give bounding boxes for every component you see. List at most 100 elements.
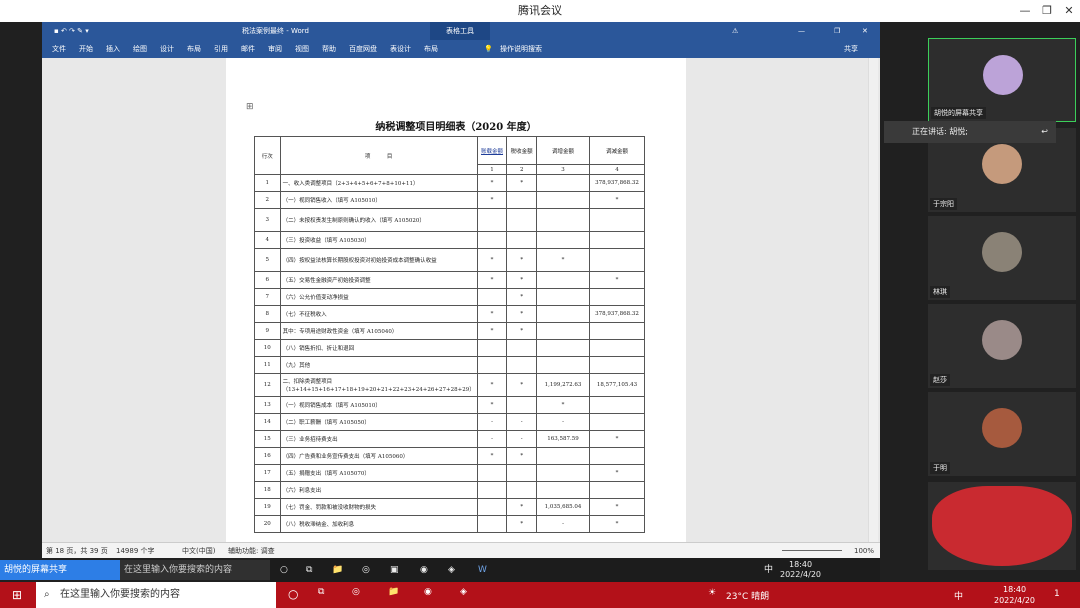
table-cell: * [476, 447, 508, 465]
word-close-icon[interactable]: ✕ [862, 22, 868, 40]
screen-share-badge[interactable]: 胡悦的屏幕共享 [0, 560, 120, 580]
restore-button[interactable]: ❐ [1036, 0, 1058, 22]
zoom-level[interactable]: 100% [854, 543, 874, 559]
avatar [982, 144, 1022, 184]
wechat-icon[interactable]: ◉ [420, 558, 428, 582]
ribbon-tab-1[interactable]: 开始 [79, 40, 93, 58]
system-clock[interactable]: 18:40 2022/4/20 [994, 584, 1035, 606]
edge-icon[interactable]: ◎ [352, 587, 360, 597]
ribbon-tab-4[interactable]: 设计 [160, 40, 174, 58]
table-cell: 一、收入类调整项目（2+3+4+5+6+7+8+10+11） [279, 174, 478, 192]
table-cell: 14 [254, 413, 281, 431]
avatar [932, 486, 1072, 566]
participant-tile[interactable]: 林琪 [928, 216, 1076, 300]
ribbon-tab-6[interactable]: 引用 [214, 40, 228, 58]
edge-icon[interactable]: ◎ [362, 558, 370, 582]
collapse-icon[interactable]: ↩ [1041, 121, 1048, 143]
subheader-cell: 2 [506, 164, 538, 175]
ime-indicator[interactable]: 中 [954, 589, 963, 602]
explorer-icon[interactable]: 📁 [388, 587, 399, 597]
table-cell: （一）视同销售收入（填写 A105010） [279, 191, 478, 209]
table-cell: 163,587.59 [536, 430, 591, 448]
table-cell: 378,937,868.32 [589, 174, 645, 192]
table-row: 6 （五）交易性金融资产初始投资调整 * * * [254, 271, 645, 289]
zoom-slider[interactable] [782, 550, 842, 551]
avatar [982, 232, 1022, 272]
taskview-icon[interactable]: ⧉ [318, 587, 324, 597]
participant-tile[interactable]: 于明 [928, 392, 1076, 476]
folder-icon[interactable]: 📁 [332, 558, 343, 582]
ribbon-tab-10[interactable]: 帮助 [322, 40, 336, 58]
ribbon-tab-3[interactable]: 绘图 [133, 40, 147, 58]
header-cell: 调增金额 [536, 136, 591, 165]
table-cell [589, 396, 645, 414]
table-cell: * [589, 498, 645, 516]
lightbulb-icon: 💡 [484, 45, 493, 53]
ribbon-tab-9[interactable]: 视图 [295, 40, 309, 58]
table-cell: 18 [254, 481, 281, 499]
table-cell [476, 231, 508, 249]
header-cell: 项 目 [279, 136, 478, 175]
word-minimize-icon[interactable]: — [798, 22, 805, 40]
table-cell: - [506, 430, 538, 448]
minimize-button[interactable]: — [1014, 0, 1036, 22]
table-cell [536, 481, 591, 499]
word-share-button[interactable]: 共享 [844, 40, 858, 58]
table-cell: 19 [254, 498, 281, 516]
ribbon-tab-5[interactable]: 布局 [187, 40, 201, 58]
vertical-scrollbar[interactable] [868, 58, 878, 542]
table-cell: （七）不征税收入 [279, 305, 478, 323]
status-words: 14989 个字 [116, 547, 155, 555]
table-cell: * [506, 305, 538, 323]
word-search[interactable]: 操作说明搜索 [500, 40, 542, 58]
tencent-meeting-icon[interactable]: ◈ [460, 587, 467, 597]
table-row: 12 二、扣除类调整项目（13+14+15+16+17+18+19+20+21+2… [254, 373, 645, 397]
start-circle-icon[interactable]: ○ [280, 558, 288, 582]
table-cell: * [476, 191, 508, 209]
table-cell: 6 [254, 271, 281, 289]
participant-tile[interactable] [928, 482, 1076, 570]
windows-search-box[interactable]: ⌕ 在这里输入你要搜索的内容 [36, 582, 276, 608]
ribbon-tab-7[interactable]: 邮件 [241, 40, 255, 58]
table-cell [589, 322, 645, 340]
app-icon[interactable]: ▣ [390, 558, 399, 582]
table-cell: * [476, 373, 508, 397]
table-cell: 10 [254, 339, 281, 357]
table-cell [476, 481, 508, 499]
table-cell: （九）其他 [279, 356, 478, 374]
table-move-handle-icon[interactable]: ⊞ [246, 102, 254, 112]
table-cell: * [506, 373, 538, 397]
taskview-icon[interactable]: ⧉ [306, 558, 312, 582]
ribbon-tab-0[interactable]: 文件 [52, 40, 66, 58]
ribbon-tab-11[interactable]: 百度网盘 [349, 40, 377, 58]
close-button[interactable]: ✕ [1058, 0, 1080, 22]
ribbon-tab-13[interactable]: 布局 [424, 40, 438, 58]
windows-start-icon[interactable]: ⊞ [12, 588, 22, 602]
save-icon[interactable]: ▪ ↶ ↷ ✎ ▾ [54, 22, 89, 40]
table-row: 11 （九）其他 [254, 356, 645, 374]
table-cell [536, 271, 591, 289]
ribbon-tab-2[interactable]: 插入 [106, 40, 120, 58]
table-cell: - [536, 413, 591, 431]
notification-count[interactable]: 1 [1054, 589, 1060, 599]
ribbon-tab-8[interactable]: 审阅 [268, 40, 282, 58]
participant-tile[interactable]: 胡悦的屏幕共享 [928, 38, 1076, 122]
speaking-label: 正在讲话: 胡悦; [912, 127, 968, 136]
participant-tile[interactable]: 赵莎 [928, 304, 1076, 388]
table-cell: （四）广告费和业务宣传费支出（填写 A105060） [279, 447, 478, 465]
shared-ime[interactable]: 中 [764, 558, 773, 582]
wechat-icon[interactable]: ◉ [424, 587, 432, 597]
word-restore-icon[interactable]: ❐ [834, 22, 840, 40]
cortana-icon[interactable]: ○ [288, 587, 298, 601]
status-accessibility[interactable]: 辅助功能: 调查 [228, 543, 275, 559]
table-cell [476, 356, 508, 374]
table-cell: * [506, 498, 538, 516]
ribbon-tab-12[interactable]: 表设计 [390, 40, 411, 58]
table-row: 16 （四）广告费和业务宣传费支出（填写 A105060） * * [254, 447, 645, 465]
table-cell [589, 248, 645, 272]
word-icon[interactable]: W [478, 558, 487, 582]
header-cell: 行次 [254, 136, 281, 175]
table-cell: （七）罚金、罚款和被没收财物的损失 [279, 498, 478, 516]
meeting-icon[interactable]: ◈ [448, 558, 455, 582]
table-cell [506, 339, 538, 357]
